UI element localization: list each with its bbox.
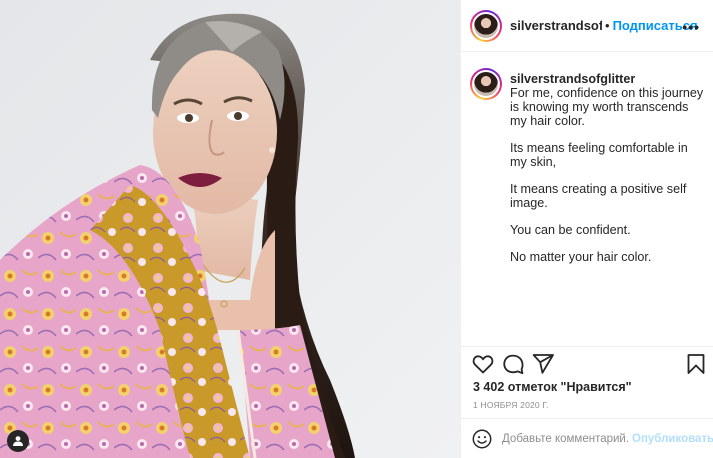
comment-icon[interactable] bbox=[501, 352, 525, 376]
portrait-image bbox=[0, 0, 460, 458]
post-actions bbox=[461, 352, 713, 378]
caption-text: silverstrandsofglitter For me, confidenc… bbox=[510, 68, 706, 277]
caption-paragraph: You can be confident. bbox=[510, 223, 631, 237]
post-header: silverstrandsofglitter • Подписаться ••• bbox=[461, 0, 713, 52]
post-date[interactable]: 1 НОЯБРЯ 2020 Г. bbox=[473, 400, 549, 410]
caption-avatar[interactable] bbox=[470, 68, 502, 100]
caption-paragraph: For me, confidence on this journey is kn… bbox=[510, 86, 704, 128]
paper-plane-icon[interactable] bbox=[531, 352, 555, 376]
divider bbox=[461, 346, 713, 347]
emoji-icon[interactable] bbox=[471, 428, 493, 450]
heart-icon[interactable] bbox=[471, 352, 495, 376]
post-caption: silverstrandsofglitter For me, confidenc… bbox=[470, 68, 706, 277]
add-comment-form: Опубликовать bbox=[461, 419, 713, 458]
caption-username-link[interactable]: silverstrandsofglitter bbox=[510, 72, 706, 86]
user-tag-icon bbox=[13, 436, 23, 446]
bookmark-icon[interactable] bbox=[684, 352, 708, 376]
caption-paragraph: No matter your hair color. bbox=[510, 250, 652, 264]
more-options-icon[interactable]: ••• bbox=[682, 19, 700, 35]
header-separator: • bbox=[605, 18, 610, 33]
publish-comment-button[interactable]: Опубликовать bbox=[632, 433, 713, 445]
post-photo[interactable] bbox=[0, 0, 460, 458]
post-details-panel: silverstrandsofglitter • Подписаться •••… bbox=[460, 0, 713, 458]
comment-input[interactable] bbox=[502, 432, 630, 445]
avatar[interactable] bbox=[470, 9, 502, 42]
likes-count[interactable]: 3 402 отметок "Нравится" bbox=[473, 380, 632, 394]
username-link[interactable]: silverstrandsofglitter bbox=[510, 18, 602, 33]
caption-paragraph: It means creating a positive self image. bbox=[510, 182, 687, 210]
caption-paragraph: Its means feeling comfortable in my skin… bbox=[510, 141, 688, 169]
tagged-users-button[interactable] bbox=[7, 430, 29, 452]
